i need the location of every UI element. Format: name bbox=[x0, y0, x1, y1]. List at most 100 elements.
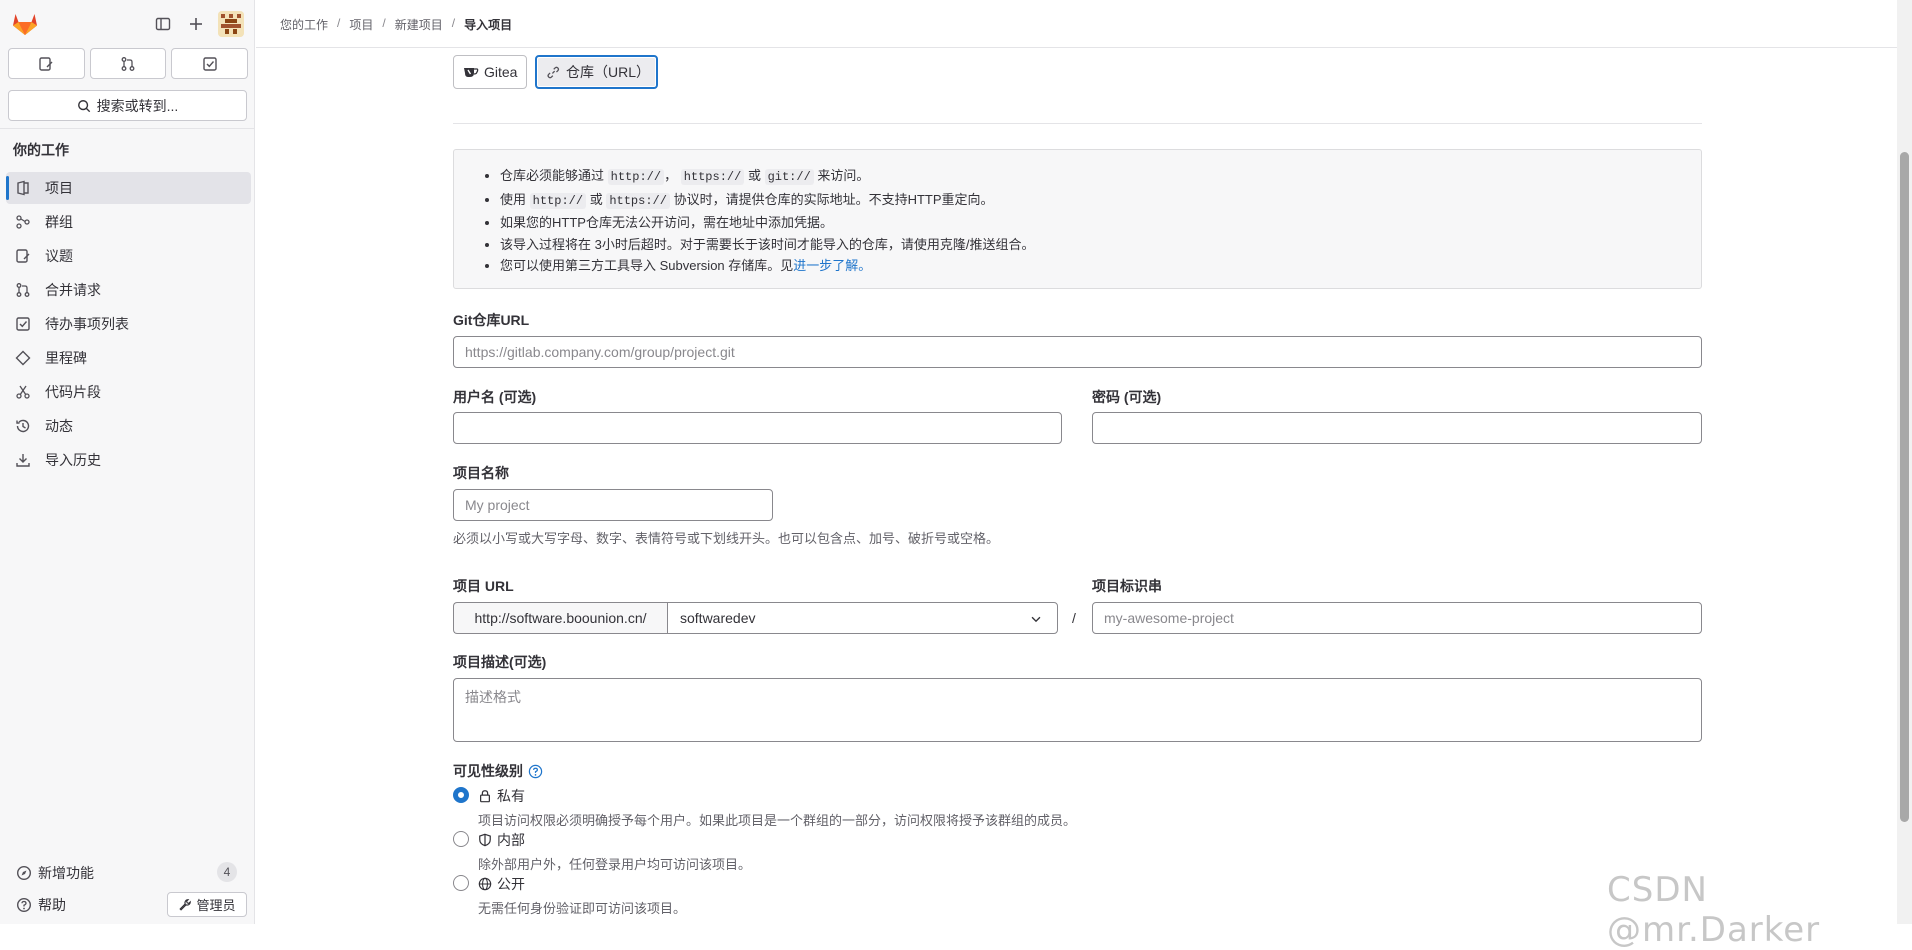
sidebar-item-label: 合并请求 bbox=[45, 282, 101, 298]
group-icon bbox=[15, 214, 31, 230]
shield-icon bbox=[479, 833, 491, 847]
visibility-option-private[interactable]: 私有 项目访问权限必须明确授予每个用户。如果此项目是一个群组的一部分，访问权限将… bbox=[453, 786, 1076, 829]
sidebar-item-label: 导入历史 bbox=[45, 452, 101, 468]
password-label: 密码 (可选) bbox=[1092, 389, 1162, 405]
sidebar-item-milestones[interactable]: 里程碑 bbox=[6, 342, 251, 374]
gitea-icon bbox=[464, 68, 479, 77]
git-url-input[interactable]: https://gitlab.company.com/group/project… bbox=[453, 336, 1702, 368]
milestone-icon bbox=[15, 350, 31, 366]
assigned-issues-button[interactable] bbox=[8, 48, 85, 79]
watermark-text: CSDN @mr.Darker bbox=[1607, 870, 1821, 950]
visibility-option-public[interactable]: 公开 无需任何身份验证即可访问该项目。 bbox=[453, 874, 686, 917]
info-item: 仓库必须能够通过 http://， https:// 或 git:// 来访问。 bbox=[500, 165, 1701, 189]
sidebar-nav: 项目 群组 议题 合并请求 待办事项列表 里程碑 代码片段 动态 导入历史 bbox=[6, 172, 251, 478]
import-repo-url-button[interactable]: 仓库（URL） bbox=[535, 55, 659, 89]
info-item: 您可以使用第三方工具导入 Subversion 存储库。见进一步了解。 bbox=[500, 255, 1701, 277]
admin-button[interactable]: 管理员 bbox=[167, 892, 247, 917]
sidebar-item-label: 代码片段 bbox=[45, 384, 101, 400]
project-name-input[interactable]: My project bbox=[453, 489, 773, 521]
merge-request-icon bbox=[121, 56, 135, 71]
project-slug-label: 项目标识串 bbox=[1092, 578, 1162, 594]
sidebar-item-snippets[interactable]: 代码片段 bbox=[6, 376, 251, 408]
gitlab-logo-icon[interactable] bbox=[12, 12, 38, 36]
sidebar-item-label: 群组 bbox=[45, 214, 73, 230]
description-textarea[interactable]: 描述格式 bbox=[453, 678, 1702, 742]
chevron-down-icon bbox=[1031, 616, 1041, 623]
namespace-select[interactable]: softwaredev bbox=[667, 602, 1058, 634]
whats-new-label: 新增功能 bbox=[38, 865, 94, 881]
history-icon bbox=[15, 418, 31, 434]
help-label: 帮助 bbox=[38, 897, 66, 913]
sidebar-item-projects[interactable]: 项目 bbox=[6, 172, 251, 204]
top-bar: 您的工作 / 项目 / 新建项目 / 导入项目 bbox=[256, 0, 1912, 48]
breadcrumb-item-projects[interactable]: 项目 bbox=[349, 16, 373, 33]
visibility-option-internal[interactable]: 内部 除外部用户外，任何登录用户均可访问该项目。 bbox=[453, 830, 751, 873]
info-item: 使用 http:// 或 https:// 协议时，请提供仓库的实际地址。不支持… bbox=[500, 189, 1701, 213]
project-url-label: 项目 URL bbox=[453, 578, 514, 594]
visibility-radio-internal[interactable] bbox=[453, 831, 469, 847]
section-divider bbox=[453, 123, 1702, 124]
visibility-title: 公开 bbox=[497, 876, 525, 892]
sidebar-item-issues[interactable]: 议题 bbox=[6, 240, 251, 272]
sidebar-item-label: 待办事项列表 bbox=[45, 316, 129, 332]
namespace-value: softwaredev bbox=[680, 610, 756, 626]
help-link[interactable]: 帮助 bbox=[16, 895, 66, 915]
snippet-icon bbox=[15, 384, 31, 400]
sidebar-item-merge-requests[interactable]: 合并请求 bbox=[6, 274, 251, 306]
search-button[interactable]: 搜索或转到... bbox=[8, 90, 247, 121]
import-source-buttons: Gitea 仓库（URL） bbox=[453, 55, 659, 89]
sidebar-item-label: 项目 bbox=[45, 180, 73, 196]
quick-actions bbox=[8, 48, 249, 80]
project-name-help: 必须以小写或大写字母、数字、表情符号或下划线开头。也可以包含点、加号、破折号或空… bbox=[453, 531, 1000, 546]
sidebar-item-activity[interactable]: 动态 bbox=[6, 410, 251, 442]
whats-new-link[interactable]: 新增功能 bbox=[16, 863, 94, 883]
link-icon bbox=[547, 66, 560, 78]
breadcrumb-item-your-work[interactable]: 您的工作 bbox=[280, 16, 328, 33]
breadcrumb-separator: / bbox=[451, 16, 456, 30]
project-name-label: 项目名称 bbox=[453, 465, 509, 481]
breadcrumb-separator: / bbox=[382, 16, 386, 30]
create-new-icon[interactable] bbox=[186, 14, 206, 34]
username-input[interactable] bbox=[453, 412, 1062, 444]
import-gitea-button[interactable]: Gitea bbox=[453, 55, 528, 89]
sidebar-toggle-icon[interactable] bbox=[153, 14, 173, 34]
sidebar-item-todos[interactable]: 待办事项列表 bbox=[6, 308, 251, 340]
url-separator: / bbox=[1072, 610, 1076, 626]
compass-icon bbox=[16, 865, 32, 881]
learn-more-link[interactable]: 进一步了解。 bbox=[793, 258, 871, 273]
admin-label: 管理员 bbox=[196, 898, 236, 913]
info-item: 该导入过程将在 3小时后超时。对于需要长于该时间才能导入的仓库，请使用克隆/推送… bbox=[500, 234, 1701, 256]
breadcrumb-separator: / bbox=[337, 16, 341, 30]
sidebar-item-label: 里程碑 bbox=[45, 350, 87, 366]
globe-icon bbox=[478, 877, 492, 891]
project-slug-input[interactable]: my-awesome-project bbox=[1092, 602, 1702, 634]
visibility-description: 无需任何身份验证即可访问该项目。 bbox=[478, 901, 687, 916]
sidebar-item-groups[interactable]: 群组 bbox=[6, 206, 251, 238]
sidebar-item-label: 议题 bbox=[45, 248, 73, 264]
breadcrumb-item-new-project[interactable]: 新建项目 bbox=[395, 16, 443, 33]
sidebar-item-import-history[interactable]: 导入历史 bbox=[6, 444, 251, 476]
import-gitea-label: Gitea bbox=[484, 64, 518, 80]
import-repo-url-label: 仓库（URL） bbox=[566, 64, 651, 80]
user-avatar[interactable] bbox=[218, 11, 244, 37]
sidebar-divider bbox=[0, 128, 255, 129]
question-icon[interactable] bbox=[528, 764, 543, 779]
todo-button[interactable] bbox=[171, 48, 249, 79]
sidebar-header bbox=[0, 0, 255, 46]
search-icon bbox=[77, 99, 90, 112]
lock-icon bbox=[480, 790, 490, 803]
visibility-radio-public[interactable] bbox=[453, 875, 469, 891]
project-icon bbox=[15, 180, 31, 196]
todo-icon bbox=[15, 316, 31, 332]
wrench-icon bbox=[179, 898, 192, 911]
password-input[interactable] bbox=[1092, 412, 1702, 444]
scrollbar-thumb[interactable] bbox=[1900, 152, 1909, 822]
import-icon bbox=[15, 452, 31, 468]
info-item: 如果您的HTTP仓库无法公开访问，需在地址中添加凭据。 bbox=[500, 212, 1701, 234]
sidebar-item-label: 动态 bbox=[45, 418, 73, 434]
visibility-radio-private[interactable] bbox=[453, 787, 469, 803]
merge-requests-button[interactable] bbox=[89, 48, 167, 79]
visibility-title: 内部 bbox=[497, 832, 525, 848]
breadcrumb-item-import-project: 导入项目 bbox=[464, 18, 513, 32]
sidebar: 搜索或转到... 你的工作 项目 群组 议题 合并请求 待办事项列表 里程碑 代… bbox=[0, 0, 255, 924]
